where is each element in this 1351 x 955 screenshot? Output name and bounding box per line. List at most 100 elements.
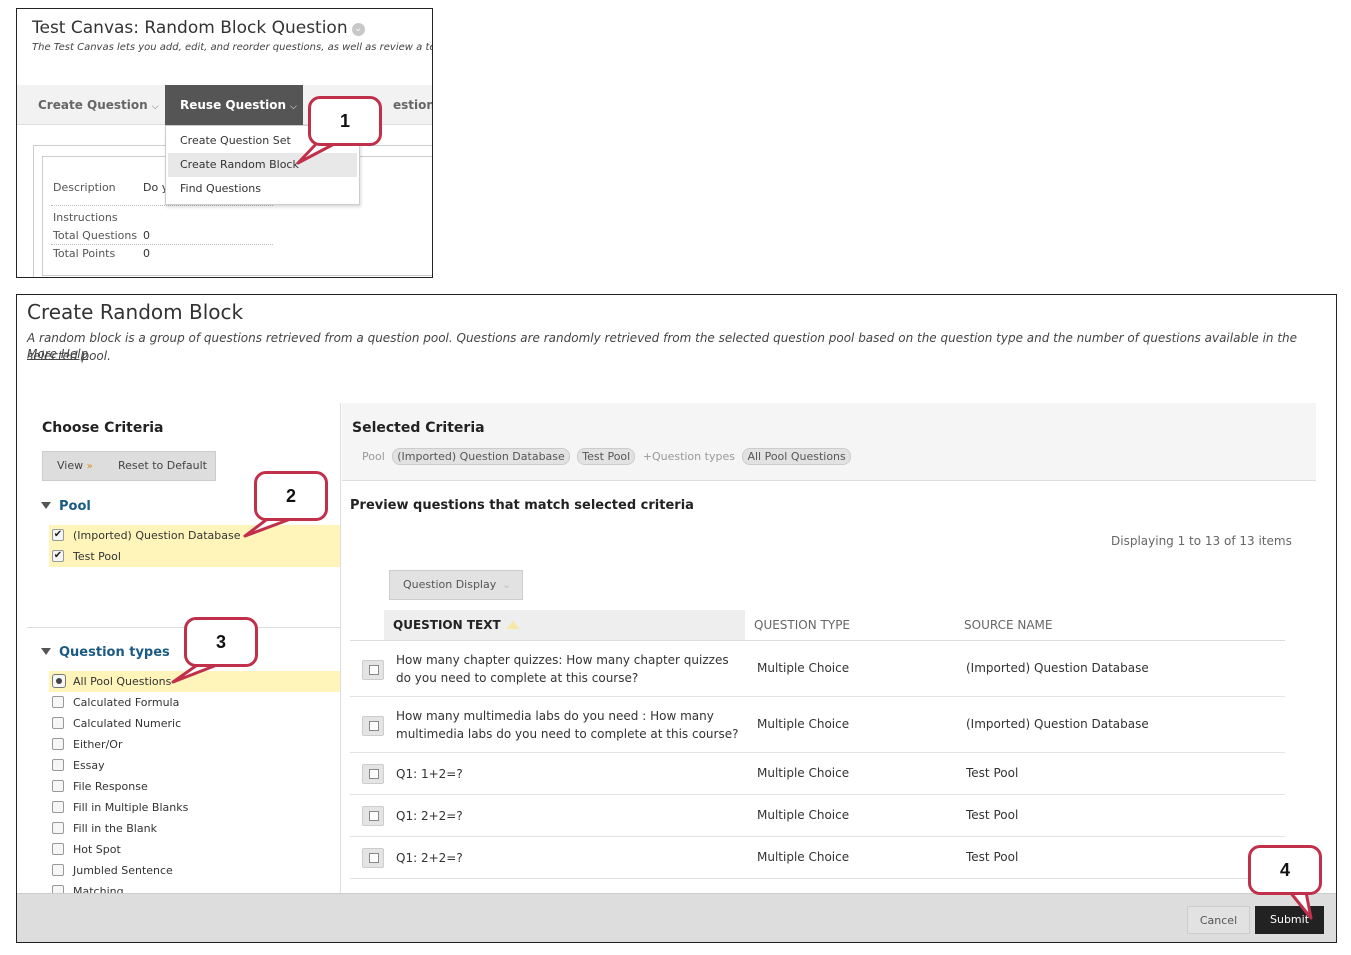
question-preview-icon[interactable] [362,764,384,784]
column-header-label: QUESTION TEXT [393,618,501,632]
question-text: Q1: 1+2=? [396,767,463,781]
view-button[interactable]: View » [57,452,93,481]
checkbox[interactable] [52,822,64,834]
question-display-label: Question Display [403,578,497,591]
question-type-item[interactable]: Either/Or [49,734,340,755]
question-type-label: All Pool Questions [73,675,172,688]
question-type-label: Jumbled Sentence [73,864,173,877]
criteria-toolbar: View » Reset to Default [42,451,216,481]
checkbox[interactable] [52,696,64,708]
more-help-link[interactable]: More Help [27,347,88,361]
pool-heading: Pool [59,499,91,514]
source-name: Test Pool [966,808,1019,822]
source-name: (Imported) Question Database [966,661,1149,675]
question-type-item[interactable]: Calculated Formula [49,692,340,713]
question-type: Multiple Choice [757,766,850,780]
checkbox[interactable] [52,717,64,729]
divider [51,244,273,245]
page-description: A random block is a group of questions r… [27,331,1298,363]
question-text: Q1: 2+2=? [396,809,463,823]
question-type-item[interactable]: Matching [49,881,340,893]
more-questions-button[interactable]: estions [393,85,432,125]
table-row: Q1: 2+2=? Multiple Choice Test Pool [350,837,1285,879]
preview-title: Preview questions that match selected cr… [350,498,694,513]
total-questions-label: Total Questions [53,229,138,242]
question-type-item[interactable]: Fill in the Blank [49,818,340,839]
question-display-button[interactable]: Question Display ⌄ [389,570,523,600]
chevron-down-icon: ⌄ [502,580,511,591]
source-name: Test Pool [966,766,1019,780]
cancel-button[interactable]: Cancel [1187,906,1250,934]
question-type-item[interactable]: Jumbled Sentence [49,860,340,881]
total-questions-value: 0 [143,229,150,242]
question-text: Q1: 2+2=? [396,851,463,865]
question-preview-icon[interactable] [362,806,384,826]
reuse-question-button[interactable]: Reuse Question ⌵ [165,85,303,125]
submit-bar: Cancel Submit [17,893,1336,942]
triangle-down-icon [41,502,51,509]
question-type: Multiple Choice [757,717,850,731]
chevron-down-icon: ⌵ [151,102,159,112]
chevron-down-icon[interactable]: ⌄ [351,23,365,36]
question-type-label: Fill in the Blank [73,822,157,835]
pool-item-label: Test Pool [73,550,121,563]
total-points-label: Total Points [53,247,116,260]
question-type-item[interactable]: Fill in Multiple Blanks [49,797,340,818]
checkbox[interactable]: ✔ [52,529,64,541]
submit-button[interactable]: Submit [1255,906,1324,934]
test-canvas-title: Test Canvas: Random Block Question ⌄ [32,18,365,38]
source-name: Test Pool [966,850,1019,864]
question-type-label: Fill in Multiple Blanks [73,801,189,814]
pool-item[interactable]: ✔ Test Pool [49,546,340,567]
divider [51,205,273,206]
pool-section-toggle[interactable]: Pool [41,499,91,514]
question-type-pill[interactable]: All Pool Questions [742,448,851,465]
pool-pill[interactable]: (Imported) Question Database [392,448,570,465]
menu-item-create-random-block[interactable]: Create Random Block [168,153,357,177]
pool-pill[interactable]: Test Pool [577,448,636,465]
question-preview-icon[interactable] [362,848,384,868]
create-question-label: Create Question [38,98,148,112]
choose-criteria-title: Choose Criteria [42,420,164,436]
menu-item-find-questions[interactable]: Find Questions [168,177,357,201]
plus-icon: + [642,450,652,463]
table-row: Q1: 2+2=? Multiple Choice Test Pool [350,795,1285,837]
checkbox[interactable] [52,885,64,893]
test-canvas-title-text: Test Canvas: Random Block Question [32,18,348,38]
question-preview-icon[interactable] [362,660,384,680]
radio-button[interactable] [52,674,66,688]
checkbox[interactable] [52,759,64,771]
create-question-button[interactable]: Create Question ⌵ [38,85,159,125]
triangle-down-icon [41,648,51,655]
question-type-item[interactable]: File Response [49,776,340,797]
column-header-question-type[interactable]: QUESTION TYPE [754,610,850,640]
question-type-item[interactable]: Hot Spot [49,839,340,860]
checkbox[interactable] [52,801,64,813]
checkbox[interactable]: ✔ [52,550,64,562]
selected-criteria-title: Selected Criteria [352,420,485,436]
question-preview-icon[interactable] [362,716,384,736]
checkbox[interactable] [52,843,64,855]
selected-criteria-panel: Selected Criteria Pool (Imported) Questi… [342,403,1316,893]
column-header-question-text[interactable]: QUESTION TEXT [384,610,745,640]
view-label: View [57,459,84,472]
sort-ascending-icon [505,621,520,629]
callout-3: 3 [184,617,258,667]
question-type-label: Hot Spot [73,843,121,856]
description-label: Description [53,181,116,194]
question-type: Multiple Choice [757,661,850,675]
checkbox[interactable] [52,780,64,792]
reset-to-default-button[interactable]: Reset to Default [118,452,207,480]
pool-criteria-label: Pool [362,450,385,463]
question-type-item[interactable]: Calculated Numeric [49,713,340,734]
question-type-label: Calculated Formula [73,696,180,709]
selected-criteria-pills: Pool (Imported) Question Database Test P… [362,448,855,465]
pool-item[interactable]: ✔ (Imported) Question Database [49,525,340,546]
checkbox[interactable] [52,864,64,876]
question-type-item[interactable]: All Pool Questions [49,671,340,692]
chevron-down-icon: ⌵ [290,102,297,112]
question-type-item[interactable]: Essay [49,755,340,776]
question-types-section-toggle[interactable]: Question types [41,645,170,660]
column-header-source-name[interactable]: SOURCE NAME [964,610,1052,640]
checkbox[interactable] [52,738,64,750]
